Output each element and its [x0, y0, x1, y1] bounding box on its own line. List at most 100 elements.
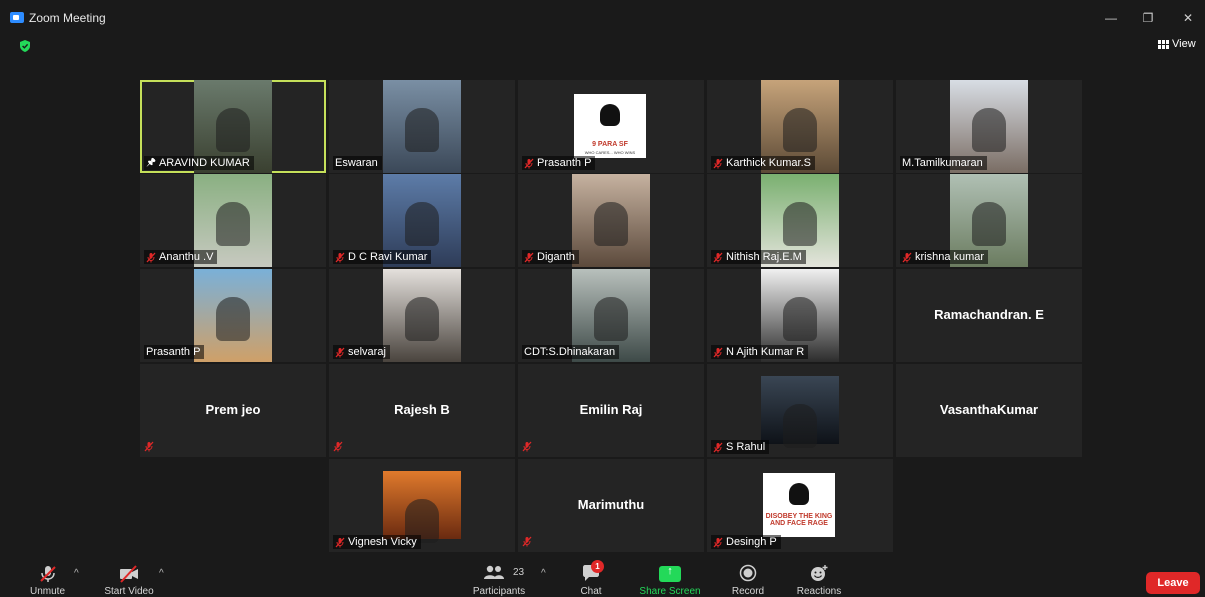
participant-tile[interactable]: Prem jeo [140, 364, 326, 457]
participant-tile[interactable]: D C Ravi Kumar [329, 174, 515, 267]
chat-button[interactable]: 1 Chat [571, 560, 611, 597]
muted-microphone-icon [522, 536, 532, 547]
restore-button[interactable]: ❐ [1136, 9, 1160, 27]
participant-tile[interactable]: Vignesh Vicky [329, 459, 515, 552]
grid-view-icon [1158, 39, 1169, 49]
participant-tile[interactable]: Karthick Kumar.S [707, 80, 893, 173]
participant-display-name: Rajesh B [394, 402, 450, 417]
person-silhouette [783, 404, 817, 448]
participant-logo-image: 9 PARA SF WHO CARES... WHO WINS [574, 94, 646, 158]
participant-tile[interactable]: Ramachandran. E [896, 269, 1082, 362]
participant-display-name: Emilin Raj [579, 402, 643, 417]
participant-tile[interactable]: CDT:S.Dhinakaran [518, 269, 704, 362]
participant-tile[interactable]: DISOBEY THE KING AND FACE RAGE Desingh P [707, 459, 893, 552]
participant-name: Prasanth P [146, 346, 201, 358]
person-silhouette [972, 202, 1006, 246]
unmute-button[interactable]: Unmute [20, 560, 75, 597]
minimize-button[interactable]: — [1099, 9, 1123, 27]
participant-name: krishna kumar [915, 251, 985, 263]
view-label: View [1172, 38, 1196, 50]
participant-tile[interactable]: Diganth [518, 174, 704, 267]
pin-icon: 📌 [146, 158, 156, 167]
participant-name: CDT:S.Dhinakaran [524, 346, 616, 358]
participants-icon [482, 564, 506, 585]
participant-name: D C Ravi Kumar [348, 251, 428, 263]
logo-subtext: WHO CARES... WHO WINS [584, 150, 636, 155]
participant-tile[interactable]: Rajesh B [329, 364, 515, 457]
participant-name: S Rahul [726, 441, 766, 453]
video-options-chevron-up-icon[interactable]: ^ [159, 568, 164, 579]
participant-tile[interactable]: 📌 ARAVIND KUMAR [140, 80, 326, 173]
muted-microphone-icon [902, 252, 912, 262]
participant-name-label: Vignesh Vicky [333, 535, 421, 549]
person-silhouette [405, 108, 439, 152]
participant-tile[interactable]: Marimuthu [518, 459, 704, 552]
participant-name: Prasanth P [537, 157, 592, 169]
participant-name: Vignesh Vicky [348, 536, 417, 548]
participant-tile[interactable]: VasanthaKumar [896, 364, 1082, 457]
chat-icon: 1 [581, 560, 604, 585]
muted-microphone-icon [713, 158, 723, 168]
person-silhouette [783, 297, 817, 341]
skull-logo-icon [600, 104, 620, 126]
participant-tile[interactable]: Nithish Raj.E.M [707, 174, 893, 267]
muted-microphone-icon [146, 252, 156, 262]
video-off-icon [118, 564, 140, 587]
participants-button[interactable]: 23 Participants [466, 560, 532, 597]
person-silhouette [783, 202, 817, 246]
participant-name-label: N Ajith Kumar R [711, 345, 809, 359]
participant-name-label: Nithish Raj.E.M [711, 250, 806, 264]
smiley-reactions-icon [809, 564, 829, 585]
skull-logo-icon [789, 483, 809, 505]
participant-tile[interactable]: selvaraj [329, 269, 515, 362]
reactions-button[interactable]: Reactions [792, 560, 846, 597]
record-button[interactable]: Record [726, 560, 770, 597]
participant-tile[interactable]: 9 PARA SF WHO CARES... WHO WINS Prasanth P [518, 80, 704, 173]
start-video-button[interactable]: Start Video [98, 560, 160, 597]
muted-microphone-icon [524, 252, 534, 262]
participants-count: 23 [513, 567, 525, 578]
muted-microphone-icon [713, 347, 723, 357]
participant-video-feed [383, 269, 461, 362]
person-silhouette [405, 297, 439, 341]
participant-tile[interactable]: M.Tamilkumaran [896, 80, 1082, 173]
muted-microphone-icon [713, 537, 723, 547]
muted-microphone-icon [335, 252, 345, 262]
chat-unread-badge: 1 [591, 560, 604, 573]
participant-tile[interactable]: N Ajith Kumar R [707, 269, 893, 362]
participant-name-label: Ananthu .V [144, 250, 218, 264]
participant-name: ARAVIND KUMAR [158, 157, 250, 169]
muted-microphone-icon [335, 537, 345, 547]
logo-text: DISOBEY THE KING AND FACE RAGE [765, 513, 833, 527]
share-screen-label: Share Screen [639, 586, 701, 597]
participant-tile[interactable]: S Rahul [707, 364, 893, 457]
participants-chevron-up-icon[interactable]: ^ [541, 568, 546, 579]
participant-name: Diganth [537, 251, 575, 263]
participant-name-label: Prasanth P [144, 345, 205, 359]
security-shield-icon[interactable] [18, 39, 32, 53]
participant-profile-image [761, 376, 839, 448]
window-title: Zoom Meeting [29, 11, 106, 25]
participant-tile[interactable]: Emilin Raj [518, 364, 704, 457]
leave-button[interactable]: Leave [1146, 572, 1200, 594]
participant-display-name: Ramachandran. E [934, 307, 1044, 322]
participant-name: M.Tamilkumaran [902, 157, 983, 169]
share-screen-button[interactable]: Share Screen [636, 560, 704, 597]
participant-name-label: CDT:S.Dhinakaran [522, 345, 620, 359]
record-icon [739, 564, 757, 585]
participants-label: Participants [472, 586, 526, 597]
participant-name-label: S Rahul [711, 440, 770, 454]
view-button[interactable]: View [1158, 38, 1196, 50]
participant-tile[interactable]: Ananthu .V [140, 174, 326, 267]
close-button[interactable]: ✕ [1176, 9, 1200, 27]
participant-tile[interactable]: krishna kumar [896, 174, 1082, 267]
participant-name-label: M.Tamilkumaran [900, 156, 987, 170]
audio-options-chevron-up-icon[interactable]: ^ [74, 568, 79, 579]
participant-tile[interactable]: Eswaran [329, 80, 515, 173]
participant-tile[interactable]: Prasanth P [140, 269, 326, 362]
start-video-label: Start Video [104, 586, 154, 597]
share-screen-icon [659, 565, 681, 582]
participant-name-label: 📌 ARAVIND KUMAR [144, 156, 254, 170]
participant-logo-image: DISOBEY THE KING AND FACE RAGE [763, 473, 835, 537]
zoom-app-icon [10, 12, 24, 23]
